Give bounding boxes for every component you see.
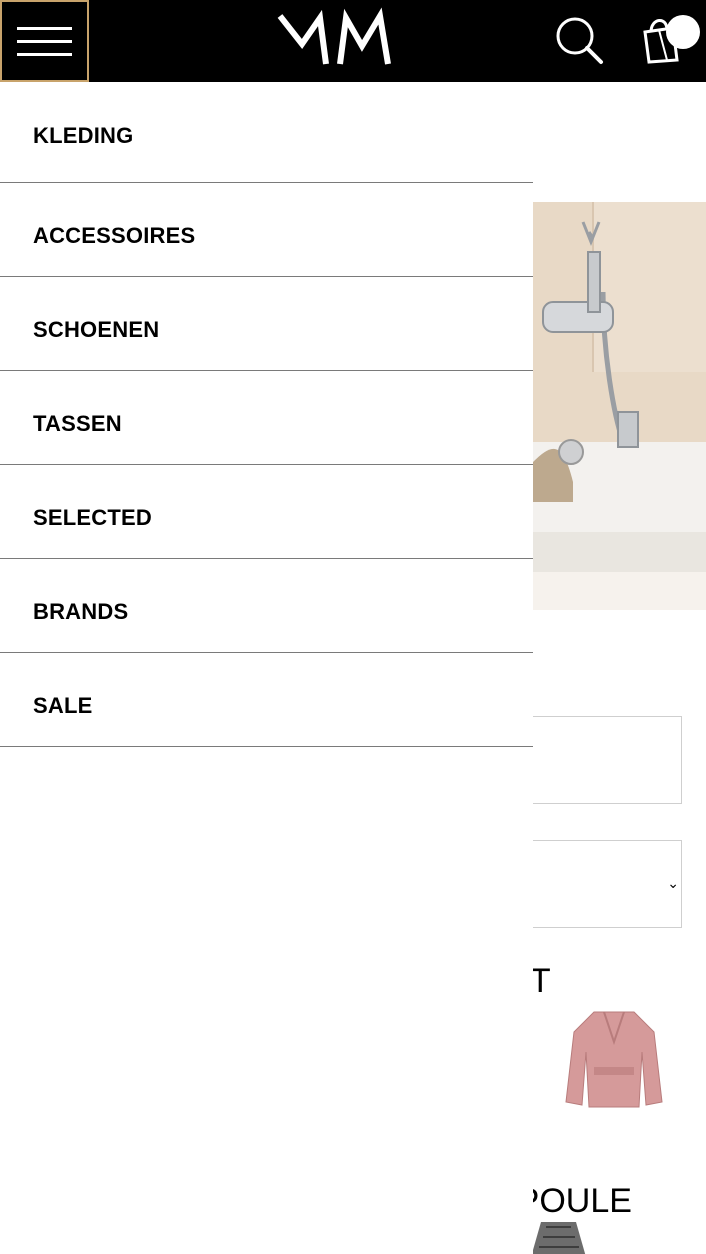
nav-item-kleding[interactable]: KLEDING bbox=[0, 82, 533, 183]
nav-item-label: SALE bbox=[33, 693, 93, 718]
hamburger-icon-bar bbox=[17, 27, 72, 30]
mw-logo[interactable] bbox=[276, 6, 396, 68]
nav-item-label: KLEDING bbox=[33, 123, 134, 148]
site-header bbox=[0, 0, 706, 82]
product-image-pied-de-poule[interactable] bbox=[531, 1217, 586, 1254]
hamburger-icon-bar bbox=[17, 40, 72, 43]
chevron-down-icon: ⌄ bbox=[667, 875, 679, 891]
nav-item-selected[interactable]: SELECTED bbox=[0, 465, 533, 559]
nav-item-accessoires[interactable]: ACCESSOIRES bbox=[0, 183, 533, 277]
navigation-drawer: KLEDING ACCESSOIRES SCHOENEN TASSEN SELE… bbox=[0, 82, 533, 1254]
cart-count-badge bbox=[666, 15, 700, 49]
nav-item-sale[interactable]: SALE bbox=[0, 653, 533, 747]
nav-item-schoenen[interactable]: SCHOENEN bbox=[0, 277, 533, 371]
nav-item-label: ACCESSOIRES bbox=[33, 223, 196, 248]
nav-item-label: SELECTED bbox=[33, 505, 152, 530]
nav-item-label: SCHOENEN bbox=[33, 317, 160, 342]
nav-item-label: BRANDS bbox=[33, 599, 129, 624]
menu-toggle-button[interactable] bbox=[0, 0, 89, 82]
nav-item-label: TASSEN bbox=[33, 411, 122, 436]
search-icon[interactable] bbox=[553, 14, 605, 66]
hero-image bbox=[533, 202, 706, 610]
hamburger-icon-bar bbox=[17, 53, 72, 56]
product-image-jacket[interactable] bbox=[564, 1007, 664, 1112]
nav-item-brands[interactable]: BRANDS bbox=[0, 559, 533, 653]
nav-item-tassen[interactable]: TASSEN bbox=[0, 371, 533, 465]
